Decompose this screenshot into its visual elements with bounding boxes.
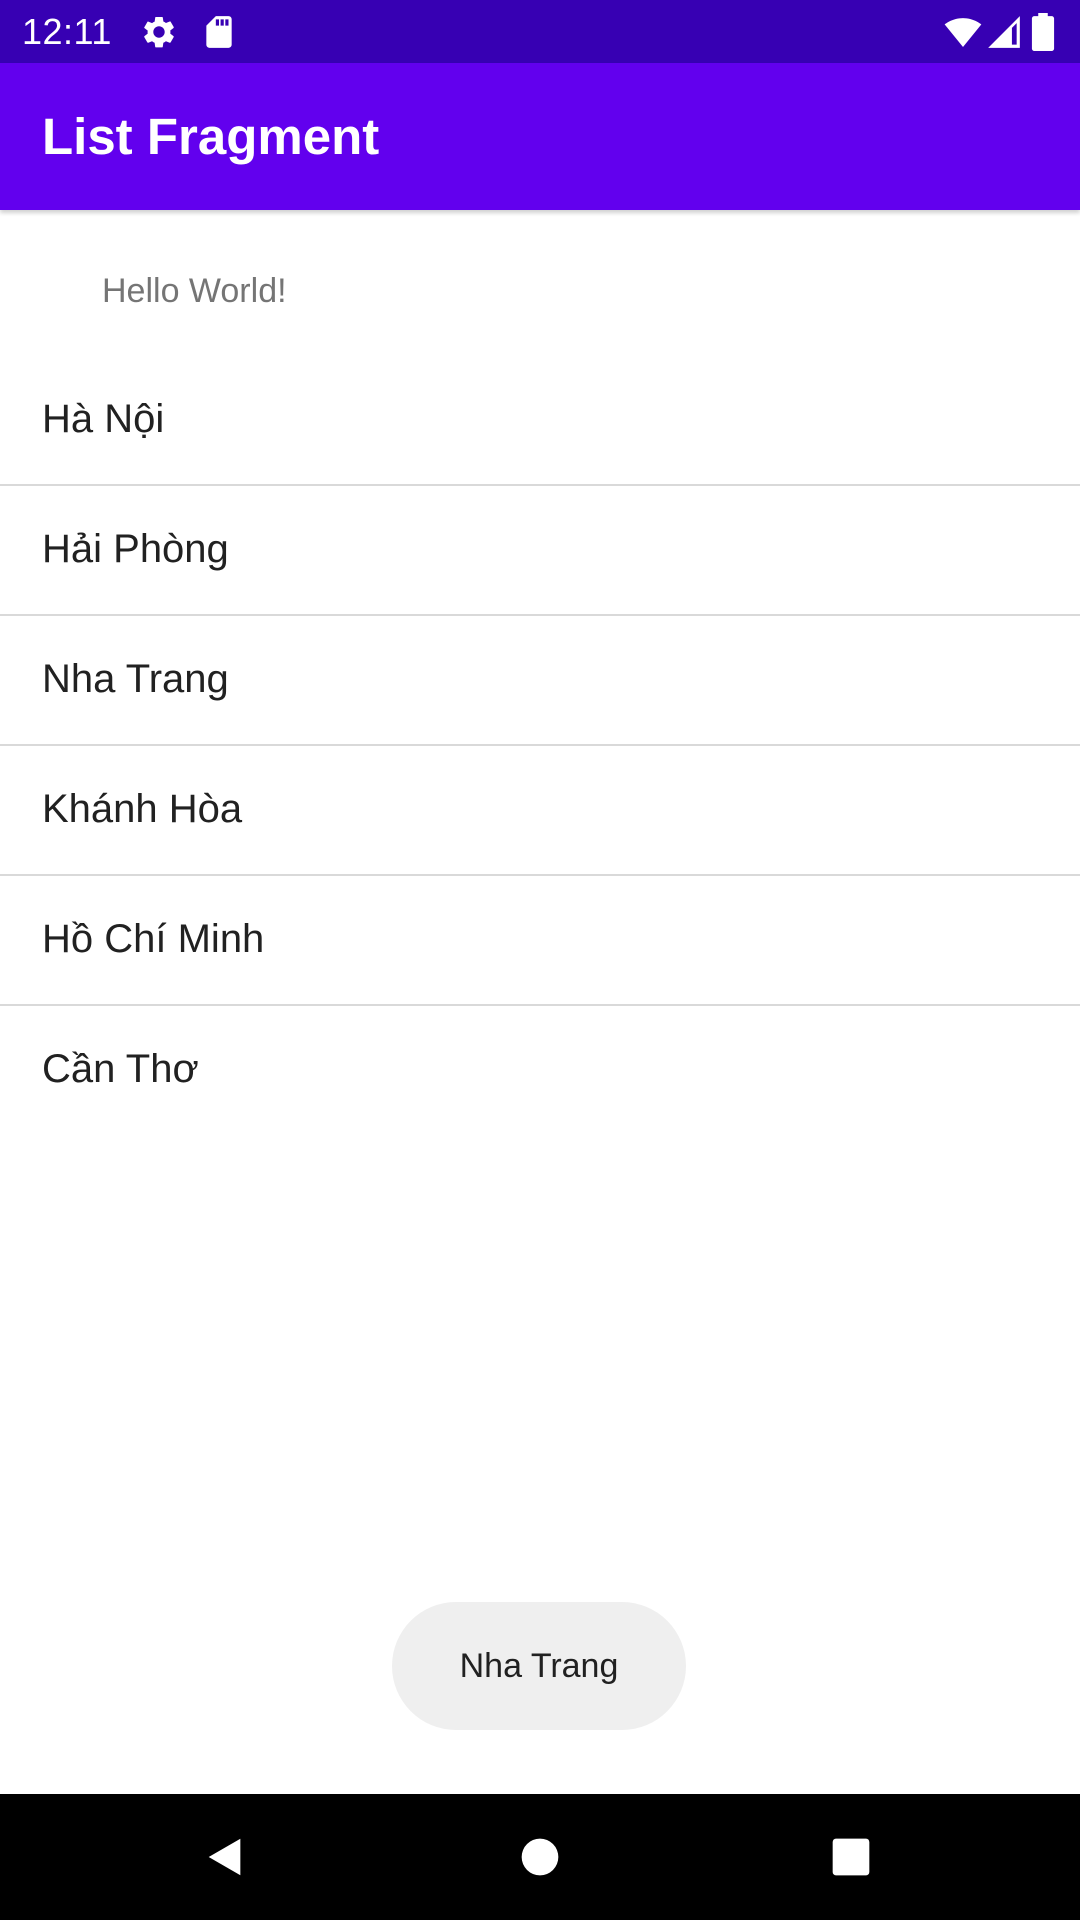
list-item-label: Hải Phòng <box>42 527 229 571</box>
list-item-label: Hà Nội <box>42 397 165 441</box>
list-item[interactable]: Hà Nội <box>0 356 1080 486</box>
list-item-label: Khánh Hòa <box>42 787 243 831</box>
back-icon[interactable] <box>190 1822 260 1892</box>
toast-message: Nha Trang <box>392 1602 686 1730</box>
status-time: 12:11 <box>22 11 112 52</box>
navigation-bar <box>0 1794 1080 1920</box>
list-item[interactable]: Hải Phòng <box>0 486 1080 616</box>
list-item-label: Cần Thơ <box>42 1047 199 1091</box>
battery-icon <box>1030 13 1056 51</box>
hello-text: Hello World! <box>102 272 287 310</box>
signal-icon <box>985 13 1023 51</box>
list-item[interactable]: Khánh Hòa <box>0 746 1080 876</box>
page-title: List Fragment <box>42 108 380 165</box>
wifi-icon <box>944 13 982 51</box>
city-list: Hà Nội Hải Phòng Nha Trang Khánh Hòa Hồ … <box>0 356 1080 1134</box>
settings-icon <box>140 13 178 51</box>
list-item-label: Nha Trang <box>42 657 229 701</box>
list-item[interactable]: Hồ Chí Minh <box>0 876 1080 1006</box>
app-bar: List Fragment <box>0 63 1080 210</box>
list-item[interactable]: Cần Thơ <box>0 1006 1080 1134</box>
list-item-label: Hồ Chí Minh <box>42 917 265 961</box>
home-icon[interactable] <box>505 1822 575 1892</box>
sd-card-icon <box>200 13 238 51</box>
list-item[interactable]: Nha Trang <box>0 616 1080 746</box>
recents-icon[interactable] <box>816 1822 886 1892</box>
status-bar: 12:11 <box>0 0 1080 63</box>
